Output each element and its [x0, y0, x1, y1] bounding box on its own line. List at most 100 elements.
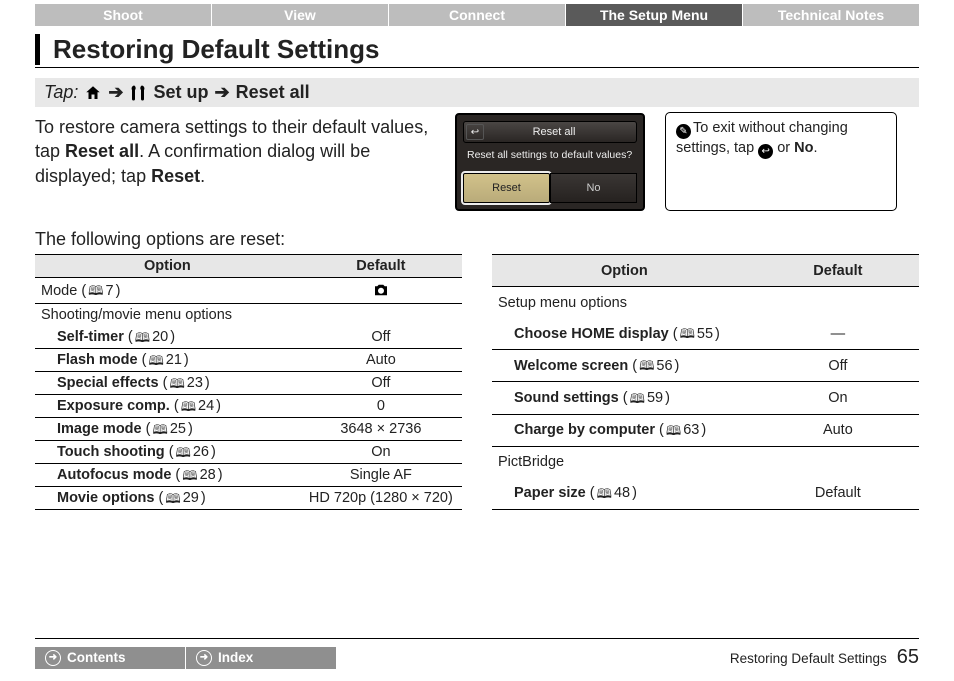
back-button-icon: ↩ — [758, 144, 773, 159]
tab-view[interactable]: View — [212, 4, 388, 26]
th-default: Default — [300, 255, 462, 278]
tab-connect[interactable]: Connect — [389, 4, 565, 26]
title-rule — [35, 67, 919, 68]
opt-page: 55 — [697, 326, 713, 342]
book-icon: 🕮 — [165, 492, 180, 505]
note-box: ✎To exit without changing settings, tap … — [665, 112, 897, 211]
book-icon: 🕮 — [181, 400, 196, 413]
table-row: Touch shooting (🕮 26)On — [35, 441, 462, 464]
opt-default: Auto — [300, 349, 462, 372]
page-footer: ➜ Contents ➜ Index Restoring Default Set… — [35, 646, 919, 669]
device-dialog-message: Reset all settings to default values? — [463, 149, 637, 161]
options-table-right: Option Default Setup menu options Choose… — [492, 254, 919, 510]
opt-default: Auto — [757, 414, 919, 446]
tap-reset-text: Reset all — [236, 82, 310, 103]
opt-page: 23 — [187, 375, 203, 391]
table-row: Welcome screen (🕮 56)Off — [492, 350, 919, 382]
table-row: Exposure comp. (🕮 24)0 — [35, 395, 462, 418]
options-table-left: Option Default Mode (🕮 7) Shooting/movie… — [35, 254, 462, 510]
opt-page: 29 — [183, 490, 199, 506]
book-icon: 🕮 — [639, 359, 654, 372]
opt-default: HD 720p (1280 × 720) — [300, 487, 462, 510]
table-row: Image mode (🕮 25)3648 × 2736 — [35, 418, 462, 441]
device-no-button: No — [550, 173, 637, 203]
opt-label: Charge by computer — [514, 422, 655, 438]
opt-label: Touch shooting — [57, 444, 165, 460]
opt-page: 24 — [198, 398, 214, 414]
opt-page: 63 — [683, 422, 699, 438]
note-text-3: . — [814, 140, 818, 156]
opt-label: Paper size — [514, 485, 586, 501]
note-icon: ✎ — [676, 124, 691, 139]
home-icon — [84, 84, 102, 102]
opt-page: 20 — [152, 329, 168, 345]
opt-mode-pg: 7 — [105, 283, 113, 299]
opt-label: Exposure comp. — [57, 398, 170, 414]
arrow-circle-icon: ➜ — [196, 650, 212, 666]
opt-label: Special effects — [57, 375, 159, 391]
tab-setup-menu[interactable]: The Setup Menu — [566, 4, 742, 26]
table-intro: The following options are reset: — [35, 229, 919, 250]
tap-path: Tap: ➔ Set up ➔ Reset all — [35, 78, 919, 107]
table-row: Self-timer (🕮 20)Off — [35, 326, 462, 349]
page-title: Restoring Default Settings — [35, 34, 919, 65]
footer-index-link[interactable]: ➜ Index — [186, 647, 336, 669]
wrench-icon — [129, 84, 147, 102]
table-row: Mode (🕮 7) — [35, 278, 300, 304]
opt-label: Self-timer — [57, 329, 124, 345]
device-screenshot: ↩ Reset all Reset all settings to defaul… — [455, 113, 645, 211]
footer-page-number: 65 — [897, 646, 919, 669]
th-default: Default — [757, 255, 919, 287]
opt-label: Choose HOME display — [514, 326, 669, 342]
th-option: Option — [35, 255, 300, 278]
table-row: Flash mode (🕮 21)Auto — [35, 349, 462, 372]
note-text-2: or — [773, 140, 794, 156]
arrow-right-icon: ➔ — [214, 82, 229, 103]
book-icon: 🕮 — [666, 424, 681, 437]
book-icon: 🕮 — [152, 423, 167, 436]
opt-default: Default — [757, 478, 919, 510]
book-icon: 🕮 — [597, 487, 612, 500]
group-setup-menu: Setup menu options — [492, 287, 919, 319]
opt-page: 26 — [193, 444, 209, 460]
opt-mode-default — [300, 278, 462, 304]
camera-icon — [372, 281, 390, 299]
table-row: Sound settings (🕮 59)On — [492, 382, 919, 414]
book-icon: 🕮 — [148, 354, 163, 367]
opt-default: Off — [757, 350, 919, 382]
tab-technical-notes[interactable]: Technical Notes — [743, 4, 919, 26]
note-no: No — [794, 140, 813, 156]
th-option: Option — [492, 255, 757, 287]
opt-label: Sound settings — [514, 390, 619, 406]
group-pictbridge: PictBridge — [492, 446, 919, 478]
opt-default: 3648 × 2736 — [300, 418, 462, 441]
body-text-reset-all: Reset all — [65, 141, 139, 161]
opt-default: On — [757, 382, 919, 414]
table-row: Paper size (🕮 48)Default — [492, 478, 919, 510]
book-icon: 🕮 — [680, 327, 695, 340]
opt-page: 21 — [166, 352, 182, 368]
opt-default: Off — [300, 326, 462, 349]
doc-tab-bar: Shoot View Connect The Setup Menu Techni… — [35, 4, 919, 26]
opt-page: 56 — [656, 358, 672, 374]
footer-section-name: Restoring Default Settings — [730, 651, 887, 666]
footer-contents-link[interactable]: ➜ Contents — [35, 647, 185, 669]
device-reset-button: Reset — [463, 173, 550, 203]
table-row: Charge by computer (🕮 63)Auto — [492, 414, 919, 446]
footer-rule — [35, 638, 919, 639]
opt-page: 28 — [200, 467, 216, 483]
arrow-right-icon: ➔ — [108, 82, 123, 103]
book-icon: 🕮 — [169, 377, 184, 390]
opt-label: Autofocus mode — [57, 467, 171, 483]
tab-shoot[interactable]: Shoot — [35, 4, 211, 26]
opt-default: Single AF — [300, 464, 462, 487]
book-icon: 🕮 — [182, 469, 197, 482]
table-row: Autofocus mode (🕮 28)Single AF — [35, 464, 462, 487]
book-icon: 🕮 — [176, 446, 191, 459]
body-text-3: . — [200, 166, 205, 186]
opt-default: On — [300, 441, 462, 464]
opt-default: 0 — [300, 395, 462, 418]
opt-default: — — [757, 318, 919, 350]
table-row: Movie options (🕮 29)HD 720p (1280 × 720) — [35, 487, 462, 510]
body-text-reset: Reset — [151, 166, 200, 186]
